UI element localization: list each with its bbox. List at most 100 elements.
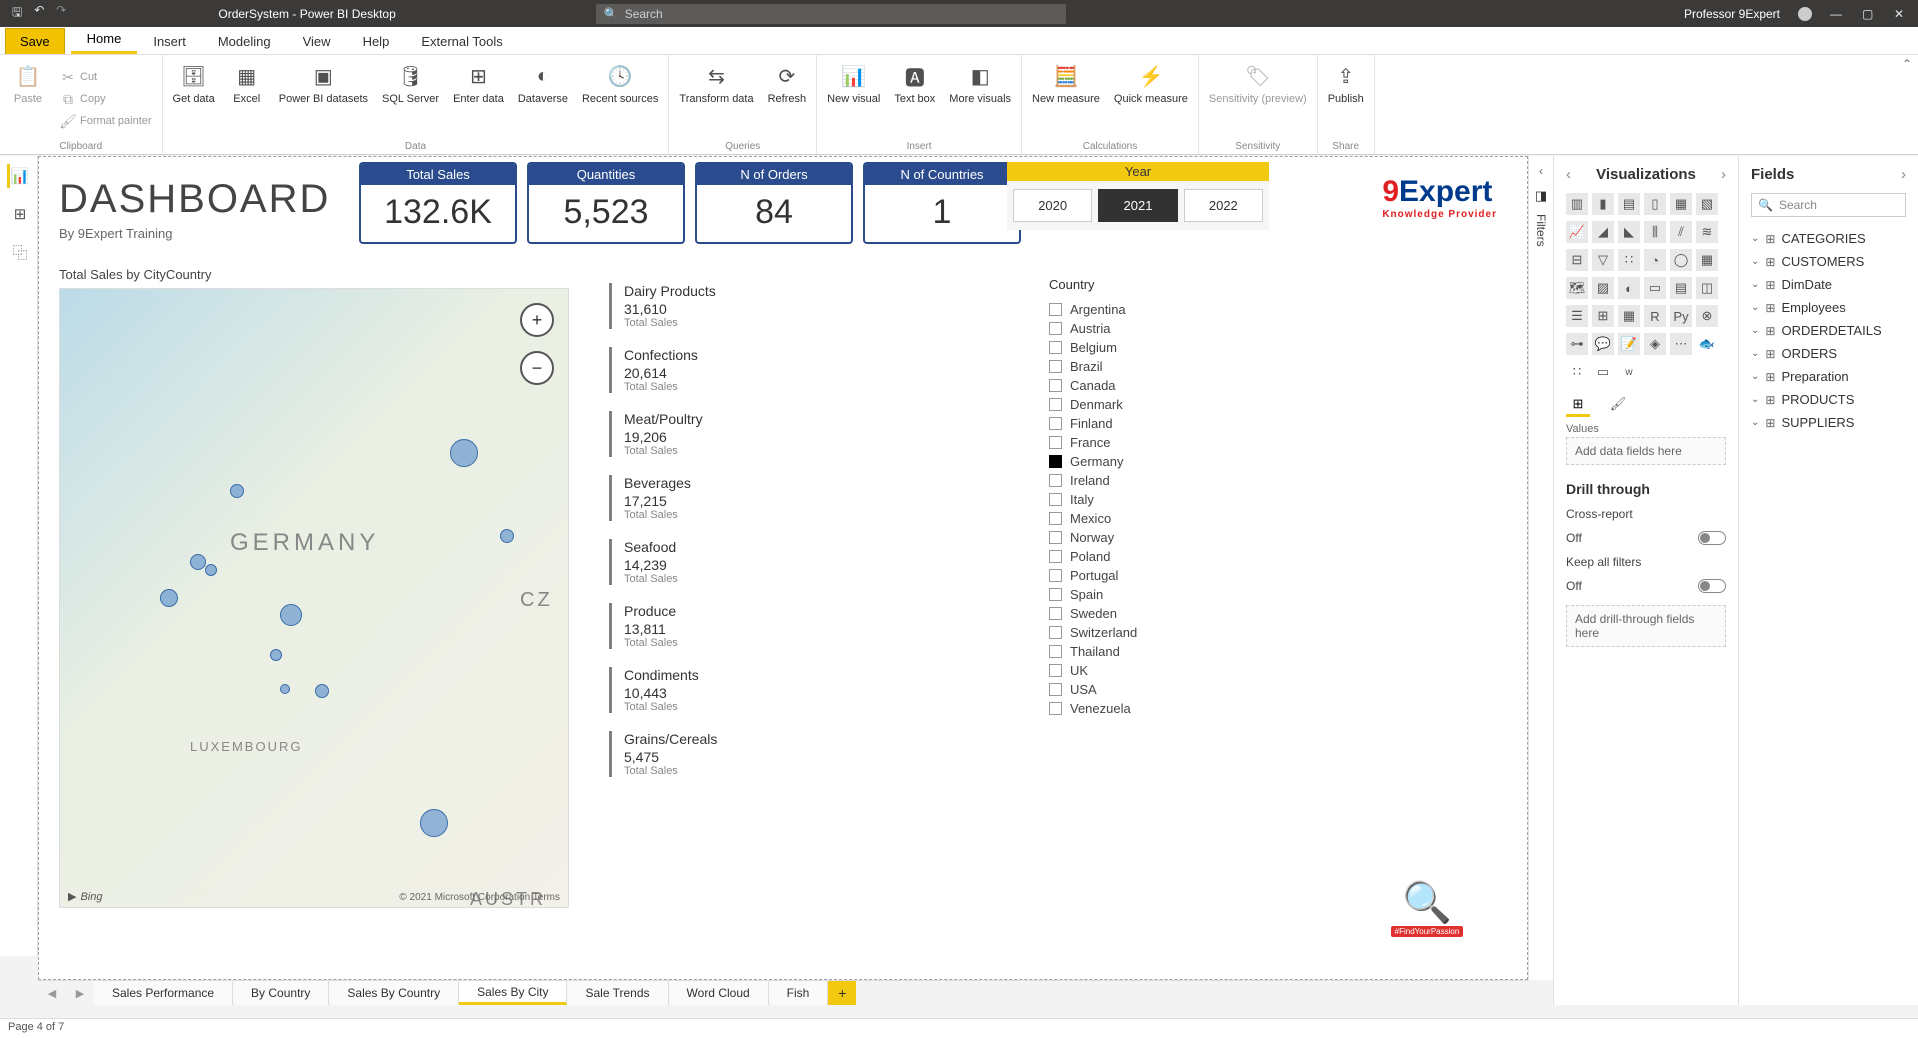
cross-report-toggle[interactable]: [1698, 531, 1726, 545]
page-tab[interactable]: By Country: [233, 981, 329, 1005]
quick-measure-button[interactable]: ⚡Quick measure: [1110, 59, 1192, 139]
table-viz-icon[interactable]: ⊞: [1592, 305, 1614, 327]
kpi-card[interactable]: N of Orders84: [695, 162, 853, 244]
dataverse-button[interactable]: ◐Dataverse: [514, 59, 572, 139]
file-tab[interactable]: Save: [5, 28, 65, 54]
tab-help[interactable]: Help: [347, 29, 406, 54]
year-chip[interactable]: 2020: [1013, 189, 1092, 222]
page-tab[interactable]: Fish: [769, 981, 829, 1005]
py-visual-icon[interactable]: Py: [1670, 305, 1692, 327]
country-filter-item[interactable]: France: [1049, 433, 1229, 452]
map-bubble[interactable]: [205, 564, 217, 576]
field-table[interactable]: ⌄⊞PRODUCTS: [1751, 388, 1906, 411]
field-table[interactable]: ⌄⊞CUSTOMERS: [1751, 250, 1906, 273]
multi-card-icon[interactable]: ▤: [1670, 277, 1692, 299]
user-name[interactable]: Professor 9Expert: [1684, 7, 1780, 21]
map-bubble[interactable]: [160, 589, 178, 607]
line-chart-icon[interactable]: 📈: [1566, 221, 1588, 243]
checkbox-icon[interactable]: [1049, 303, 1062, 316]
country-filter-item[interactable]: Spain: [1049, 585, 1229, 604]
country-filter-item[interactable]: Germany: [1049, 452, 1229, 471]
kpi-icon[interactable]: ◫: [1696, 277, 1718, 299]
country-filter-item[interactable]: UK: [1049, 661, 1229, 680]
country-slicer[interactable]: Country ArgentinaAustriaBelgiumBrazilCan…: [1049, 277, 1229, 718]
chevron-down-icon[interactable]: ⌄: [1751, 325, 1759, 336]
pie-icon[interactable]: ◔: [1644, 249, 1666, 271]
page-tab[interactable]: Sales By Country: [329, 981, 459, 1005]
new-measure-button[interactable]: 🧮New measure: [1028, 59, 1104, 139]
checkbox-icon[interactable]: [1049, 664, 1062, 677]
checkbox-icon[interactable]: [1049, 322, 1062, 335]
checkbox-icon[interactable]: [1049, 379, 1062, 392]
country-filter-item[interactable]: Austria: [1049, 319, 1229, 338]
map-bubble[interactable]: [190, 554, 206, 570]
slicer-icon[interactable]: ☰: [1566, 305, 1588, 327]
matrix-icon[interactable]: ▦: [1618, 305, 1640, 327]
custom-viz-3-icon[interactable]: ▭: [1592, 361, 1614, 383]
map-zoom-in[interactable]: +: [520, 303, 554, 337]
paste-button[interactable]: 📋Paste: [6, 59, 50, 139]
country-filter-item[interactable]: Finland: [1049, 414, 1229, 433]
scatter-icon[interactable]: ∷: [1618, 249, 1640, 271]
checkbox-icon[interactable]: [1049, 455, 1062, 468]
country-filter-item[interactable]: Canada: [1049, 376, 1229, 395]
page-tab[interactable]: Word Cloud: [669, 981, 769, 1005]
custom-viz-1-icon[interactable]: 🐟: [1696, 333, 1718, 355]
checkbox-icon[interactable]: [1049, 512, 1062, 525]
category-item[interactable]: Produce13,811Total Sales: [609, 603, 909, 649]
checkbox-icon[interactable]: [1049, 360, 1062, 373]
country-filter-item[interactable]: Portugal: [1049, 566, 1229, 585]
key-influencers-icon[interactable]: ⊗: [1696, 305, 1718, 327]
custom-viz-2-icon[interactable]: ∷: [1566, 361, 1588, 383]
category-item[interactable]: Seafood14,239Total Sales: [609, 539, 909, 585]
paginated-icon[interactable]: ◈: [1644, 333, 1666, 355]
checkbox-icon[interactable]: [1049, 341, 1062, 354]
card-icon[interactable]: ▭: [1644, 277, 1666, 299]
country-filter-item[interactable]: Brazil: [1049, 357, 1229, 376]
chevron-down-icon[interactable]: ⌄: [1751, 394, 1759, 405]
gauge-icon[interactable]: ◐: [1618, 277, 1640, 299]
publish-button[interactable]: ⇪Publish: [1324, 59, 1368, 139]
category-item[interactable]: Condiments10,443Total Sales: [609, 667, 909, 713]
minimize-icon[interactable]: —: [1830, 7, 1844, 21]
chevron-down-icon[interactable]: ⌄: [1751, 417, 1759, 428]
checkbox-icon[interactable]: [1049, 607, 1062, 620]
category-item[interactable]: Meat/Poultry19,206Total Sales: [609, 411, 909, 457]
chevron-right-icon[interactable]: ›: [1901, 166, 1906, 183]
clustered-column-icon[interactable]: ▯: [1644, 193, 1666, 215]
country-filter-item[interactable]: Mexico: [1049, 509, 1229, 528]
country-filter-item[interactable]: Poland: [1049, 547, 1229, 566]
checkbox-icon[interactable]: [1049, 550, 1062, 563]
map-bubble[interactable]: [500, 529, 514, 543]
country-filter-item[interactable]: Switzerland: [1049, 623, 1229, 642]
transform-data-button[interactable]: ⇆Transform data: [675, 59, 757, 139]
page-nav-next[interactable]: ▶: [66, 981, 94, 1005]
checkbox-icon[interactable]: [1049, 474, 1062, 487]
category-item[interactable]: Confections20,614Total Sales: [609, 347, 909, 393]
global-search[interactable]: 🔍 Search: [596, 4, 1066, 24]
country-filter-item[interactable]: Argentina: [1049, 300, 1229, 319]
checkbox-icon[interactable]: [1049, 569, 1062, 582]
category-item[interactable]: Beverages17,215Total Sales: [609, 475, 909, 521]
checkbox-icon[interactable]: [1049, 436, 1062, 449]
report-canvas[interactable]: DASHBOARD By 9Expert Training Total Sale…: [38, 156, 1528, 980]
fields-search[interactable]: 🔍 Search: [1751, 193, 1906, 217]
ribbon-collapse-icon[interactable]: ⌃: [1902, 57, 1912, 71]
country-filter-item[interactable]: Italy: [1049, 490, 1229, 509]
treemap-icon[interactable]: ▦: [1696, 249, 1718, 271]
checkbox-icon[interactable]: [1049, 588, 1062, 601]
100-column-icon[interactable]: ▧: [1696, 193, 1718, 215]
map-zoom-out[interactable]: −: [520, 351, 554, 385]
clustered-bar-icon[interactable]: ▤: [1618, 193, 1640, 215]
stacked-column-icon[interactable]: ▮: [1592, 193, 1614, 215]
redo-icon[interactable]: ↷: [56, 3, 66, 24]
map-bubble[interactable]: [450, 439, 478, 467]
tab-external-tools[interactable]: External Tools: [405, 29, 518, 54]
chevron-down-icon[interactable]: ⌄: [1751, 256, 1759, 267]
sensitivity-button[interactable]: 🏷Sensitivity (preview): [1205, 59, 1311, 139]
page-nav-prev[interactable]: ◀: [38, 981, 66, 1005]
kpi-card[interactable]: N of Countries1: [863, 162, 1021, 244]
chevron-down-icon[interactable]: ⌄: [1751, 302, 1759, 313]
country-filter-item[interactable]: Ireland: [1049, 471, 1229, 490]
drill-through-well[interactable]: Add drill-through fields here: [1566, 605, 1726, 647]
